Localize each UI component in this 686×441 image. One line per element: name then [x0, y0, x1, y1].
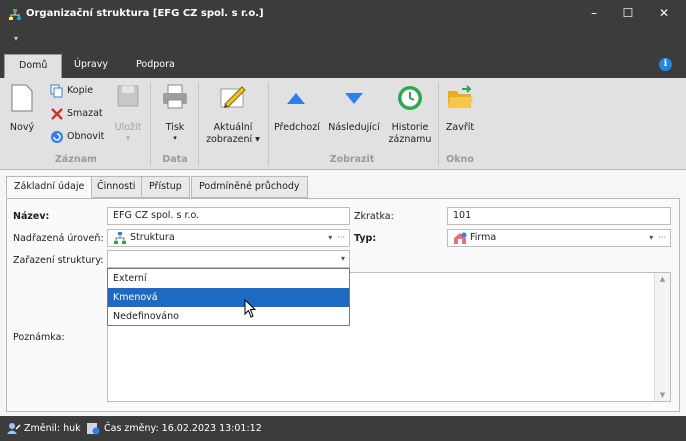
memo-scrollbar[interactable]: ▲ ▼ [654, 273, 670, 401]
info-icon[interactable]: i [659, 58, 672, 71]
typ-value: Firma [470, 232, 497, 243]
aktualni-zobrazeni-button[interactable]: Aktuální zobrazení ▾ [204, 84, 262, 146]
smazat-button[interactable]: Smazat [50, 105, 103, 123]
arrow-down-icon [345, 93, 363, 104]
ribbon-separator [438, 82, 439, 166]
status-bar: Změnil: huk Čas změny: 16.02.2023 13:01:… [0, 416, 686, 441]
tab-upravy[interactable]: Úpravy [60, 54, 122, 78]
quick-access-bar: ▾ [0, 30, 686, 52]
zmenil-text: Změnil: huk [24, 423, 81, 434]
obnovit-button[interactable]: Obnovit [50, 128, 104, 146]
title-bar: Organizační struktura [EFG CZ spol. s r.… [0, 0, 686, 30]
tab-zakladni-udaje[interactable]: Základní údaje [6, 176, 93, 198]
zkratka-label: Zkratka: [354, 211, 394, 222]
mouse-cursor-icon [244, 299, 257, 318]
zarazeni-dropdown-list: Externí Kmenová Nedefinováno [107, 268, 350, 326]
aktualni-label: Aktuální [213, 122, 253, 133]
tab-podminene-pruchody[interactable]: Podmíněné průchody [191, 176, 308, 198]
smazat-label: Smazat [67, 108, 103, 119]
obnovit-label: Obnovit [67, 131, 105, 142]
novy-button[interactable]: Nový [6, 84, 38, 134]
ribbon-separator [198, 82, 199, 166]
nazev-label: Název: [13, 211, 50, 222]
printer-icon [163, 84, 187, 109]
historie-label: Historie [391, 122, 429, 133]
nazev-field[interactable]: EFG CZ spol. s r.o. [107, 207, 350, 225]
novy-label: Nový [9, 122, 35, 133]
new-document-icon [11, 84, 33, 112]
zkratka-field[interactable]: 101 [447, 207, 671, 225]
edit-view-icon [220, 86, 246, 108]
copy-icon [50, 84, 63, 97]
nadrazena-uroven-label: Nadřazená úroveň: [13, 233, 104, 244]
zavrit-button[interactable]: Zavřít [442, 84, 478, 134]
ulozit-button[interactable]: Uložit ▾ [112, 84, 144, 142]
hierarchy-icon [114, 231, 126, 244]
nasledujici-button[interactable]: Následující [328, 84, 380, 134]
window-title: Organizační struktura [EFG CZ spol. s r.… [26, 8, 264, 19]
dropdown-option-externi[interactable]: Externí [108, 269, 349, 288]
chevron-down-icon[interactable]: ▾ [341, 251, 345, 267]
zavrit-label: Zavřít [445, 122, 475, 133]
field-buttons[interactable]: ▾ ··· [328, 230, 345, 246]
nasledujici-label: Následující [328, 122, 380, 133]
typ-label: Typ: [354, 233, 377, 244]
predchozi-label: Předchozí [274, 122, 320, 133]
zobrazeni-text: zobrazení [206, 134, 253, 145]
change-time-icon [87, 423, 100, 435]
zobrazeni-label: zobrazení ▾ [206, 134, 260, 145]
delete-icon [51, 107, 63, 120]
nadrazena-uroven-value: Struktura [130, 232, 175, 243]
tab-podpora[interactable]: Podpora [122, 54, 189, 78]
zaznamu-label: záznamu [388, 134, 432, 145]
zkratka-value: 101 [453, 210, 472, 221]
zarazeni-struktury-select[interactable]: ▾ [107, 250, 350, 268]
dropdown-option-nedefinovano[interactable]: Nedefinováno [108, 307, 349, 326]
arrow-up-icon [287, 93, 305, 104]
refresh-icon [51, 130, 63, 143]
zarazeni-struktury-label: Zařazení struktury: [13, 255, 104, 266]
ribbon-tabs: Domů Úpravy Podpora i [0, 52, 686, 78]
predchozi-button[interactable]: Předchozí [274, 84, 320, 134]
nadrazena-uroven-field[interactable]: Struktura ▾ ··· [107, 229, 350, 247]
scroll-up-icon[interactable]: ▲ [655, 275, 670, 283]
nazev-value: EFG CZ spol. s r.o. [113, 210, 200, 221]
tab-domu[interactable]: Domů [4, 54, 63, 78]
tisk-button[interactable]: Tisk ▾ [158, 84, 192, 142]
cas-zmeny-text: Čas změny: 16.02.2023 13:01:12 [104, 423, 262, 434]
scroll-down-icon[interactable]: ▼ [655, 391, 670, 399]
save-icon [117, 85, 139, 107]
group-zaznam: Záznam [55, 154, 97, 165]
group-okno: Okno [446, 154, 474, 165]
group-data: Data [162, 154, 188, 165]
typ-field[interactable]: Firma ▾ ··· [447, 229, 671, 247]
history-clock-icon [398, 86, 422, 110]
tisk-label: Tisk [165, 122, 185, 133]
ribbon: Nový Kopie Smazat Obnovit Uložit ▾ Tisk … [0, 78, 686, 170]
close-button[interactable]: ✕ [654, 6, 674, 24]
org-structure-icon [9, 9, 21, 20]
company-icon [454, 232, 467, 244]
minimize-button[interactable]: – [584, 6, 604, 24]
ulozit-label: Uložit [114, 122, 142, 133]
group-zobrazit: Zobrazit [329, 154, 375, 165]
ribbon-separator [150, 82, 151, 166]
field-buttons[interactable]: ▾ ··· [649, 230, 666, 246]
tab-pristup[interactable]: Přístup [141, 176, 190, 198]
tab-cinnosti[interactable]: Činnosti [89, 176, 144, 198]
tisk-arrow: ▾ [173, 134, 177, 142]
quick-access-dropdown[interactable]: ▾ [14, 34, 18, 43]
folder-exit-icon [448, 85, 473, 108]
ulozit-arrow: ▾ [126, 134, 130, 142]
user-changed-icon [7, 423, 21, 434]
dropdown-option-kmenova[interactable]: Kmenová [108, 288, 349, 307]
maximize-button[interactable]: ☐ [618, 6, 638, 24]
kopie-button[interactable]: Kopie [50, 82, 93, 100]
historie-zaznamu-button[interactable]: Historie záznamu [388, 84, 432, 146]
ribbon-separator [268, 82, 269, 166]
poznamka-label: Poznámka: [13, 332, 65, 343]
kopie-label: Kopie [67, 85, 94, 96]
